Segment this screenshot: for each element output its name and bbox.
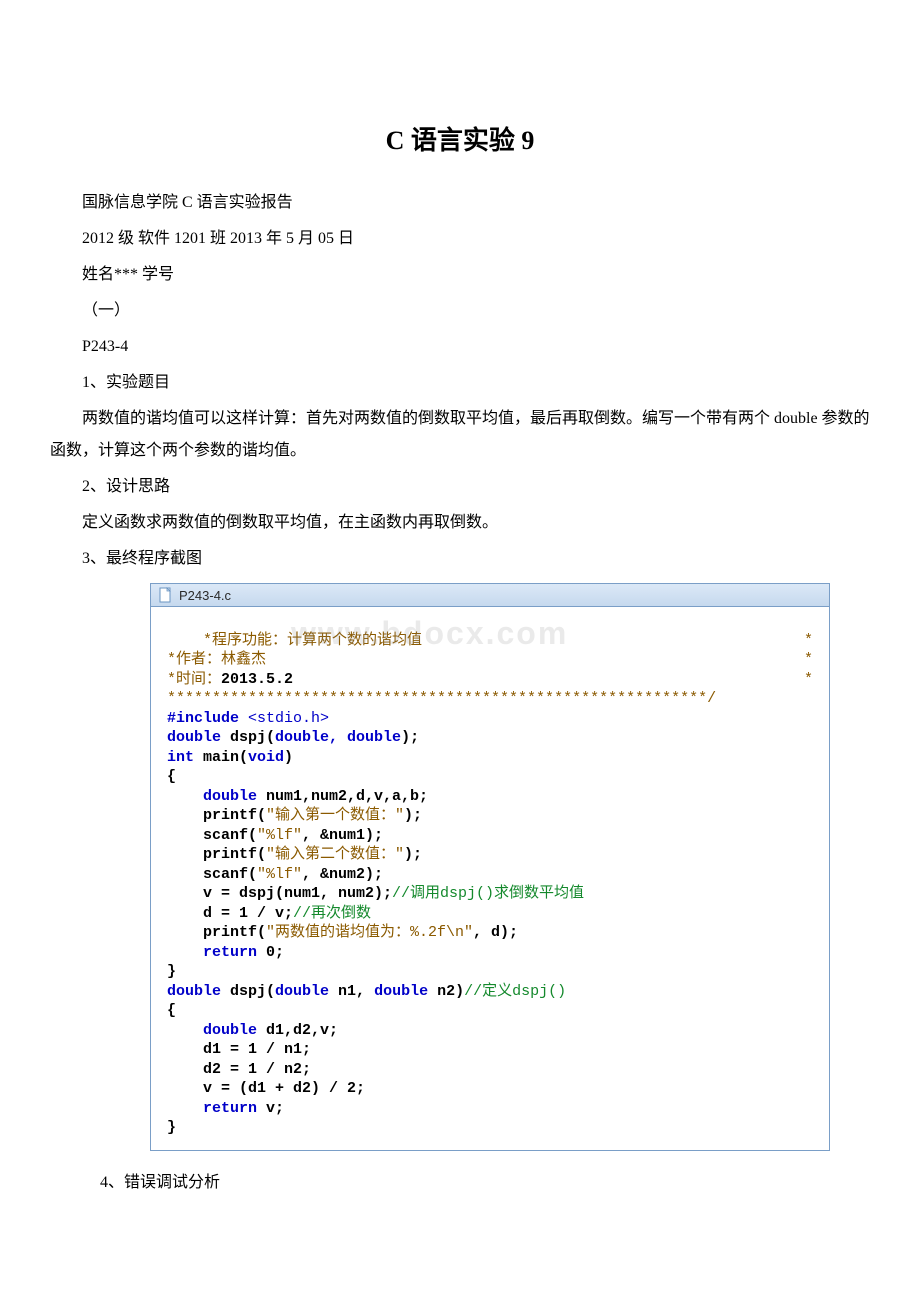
- code-token: d1,d2,v;: [257, 1022, 338, 1039]
- code-line: *程序功能：计算两个数的谐均值: [203, 632, 422, 649]
- code-token: dspj(: [221, 983, 275, 1000]
- code-token: printf(: [167, 924, 266, 941]
- code-token: );: [404, 846, 422, 863]
- code-token: int: [167, 749, 194, 766]
- code-header: <stdio.h>: [248, 710, 329, 727]
- code-star: *: [804, 670, 813, 690]
- code-token: printf(: [167, 846, 266, 863]
- page-title: C 语言实验 9: [50, 120, 870, 157]
- code-token: num1,num2,d,v,a,b;: [257, 788, 428, 805]
- section-index: （一）: [50, 295, 870, 327]
- code-star: *: [804, 650, 813, 670]
- code-comment: //定义dspj(): [464, 983, 566, 1000]
- code-token: ): [284, 749, 293, 766]
- code-star: *: [804, 631, 813, 651]
- code-string: "%lf": [257, 827, 302, 844]
- code-brace: {: [167, 1002, 176, 1019]
- code-brace: {: [167, 768, 176, 785]
- code-token: return: [167, 944, 257, 961]
- code-token: , d);: [473, 924, 518, 941]
- code-token: d = 1 / v;: [167, 905, 293, 922]
- code-titlebar: P243-4.c: [150, 583, 830, 607]
- code-token: d2 = 1 / n2;: [167, 1061, 311, 1078]
- code-token: void: [248, 749, 284, 766]
- topic-body: 两数值的谐均值可以这样计算：首先对两数值的倒数取平均值，最后再取倒数。编写一个带…: [50, 403, 870, 467]
- file-icon: [159, 587, 173, 603]
- code-brace: }: [167, 963, 176, 980]
- heading-debug: 4、错误调试分析: [100, 1167, 870, 1199]
- code-token: main(: [194, 749, 248, 766]
- heading-topic: 1、实验题目: [50, 367, 870, 399]
- design-body: 定义函数求两数值的倒数取平均值，在主函数内再取倒数。: [50, 507, 870, 539]
- report-author: 姓名*** 学号: [50, 259, 870, 291]
- heading-design: 2、设计思路: [50, 471, 870, 503]
- code-token: double: [275, 983, 329, 1000]
- code-token: printf(: [167, 807, 266, 824]
- code-token: v;: [257, 1100, 284, 1117]
- code-string: "输入第一个数值：": [266, 807, 404, 824]
- code-token: double: [167, 729, 221, 746]
- report-classinfo: 2012 级 软件 1201 班 2013 年 5 月 05 日: [50, 223, 870, 255]
- code-token: scanf(: [167, 827, 257, 844]
- code-line: *作者：林鑫杰: [167, 651, 266, 668]
- code-string: "输入第二个数值：": [266, 846, 404, 863]
- code-token: double: [167, 983, 221, 1000]
- code-line: *时间：2013.5.2: [167, 671, 293, 688]
- code-string: "%lf": [257, 866, 302, 883]
- code-token: double, double: [275, 729, 401, 746]
- code-token: );: [404, 807, 422, 824]
- code-token: return: [167, 1100, 257, 1117]
- code-string: "两数值的谐均值为：%.2f\n": [266, 924, 473, 941]
- problem-ref: P243-4: [50, 331, 870, 363]
- code-token: double: [167, 788, 257, 805]
- code-token: double: [167, 1022, 257, 1039]
- code-token: v = (d1 + d2) / 2;: [167, 1080, 365, 1097]
- code-comment: //调用dspj()求倒数平均值: [392, 885, 584, 902]
- code-token: v = dspj(num1, num2);: [167, 885, 392, 902]
- code-divider: ****************************************…: [167, 690, 716, 707]
- code-filename: P243-4.c: [179, 588, 231, 603]
- code-token: , &num2);: [302, 866, 383, 883]
- code-token: double: [374, 983, 428, 1000]
- heading-screenshot: 3、最终程序截图: [50, 543, 870, 575]
- code-token: dspj(: [221, 729, 275, 746]
- code-token: n2): [428, 983, 464, 1000]
- code-token: , &num1);: [302, 827, 383, 844]
- code-body: www.bdocx.com*程序功能：计算两个数的谐均值* *作者：林鑫杰* *…: [150, 607, 830, 1151]
- code-screenshot: P243-4.c www.bdocx.com*程序功能：计算两个数的谐均值* *…: [150, 583, 830, 1151]
- code-brace: }: [167, 1119, 176, 1136]
- code-comment: //再次倒数: [293, 905, 371, 922]
- code-token: );: [401, 729, 419, 746]
- code-token: n1,: [329, 983, 374, 1000]
- code-include: #include: [167, 710, 239, 727]
- code-token: d1 = 1 / n1;: [167, 1041, 311, 1058]
- code-token: scanf(: [167, 866, 257, 883]
- code-token: 0;: [257, 944, 284, 961]
- report-header: 国脉信息学院 C 语言实验报告: [50, 187, 870, 219]
